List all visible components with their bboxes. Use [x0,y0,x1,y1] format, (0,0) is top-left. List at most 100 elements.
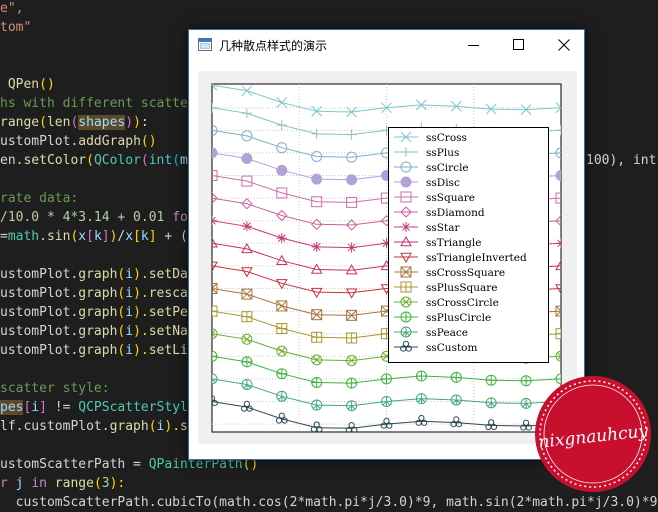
code-token: tom" [0,20,32,35]
code-line: lf.customPlot.graph(i).se [0,417,196,436]
code-token: ( [172,153,181,168]
data-point [241,152,253,164]
code-line-fragment: 100), int [586,153,657,168]
legend: ssCross ssPlus ssCircle ssDisc ssSquare ssDia… [388,127,549,363]
code-token: = [0,229,8,244]
legend-marker [400,311,412,323]
code-token: addGraph [78,134,141,149]
close-icon [558,39,570,51]
code-token: i [125,343,134,358]
code-token: ( [39,115,47,130]
code-token: in [31,476,55,491]
data-point [346,174,358,186]
code-token: en. [0,153,24,168]
data-point [311,173,323,185]
code-line: ustomPlot.graph(i).setLin [0,341,196,360]
code-token: customPlot. [23,419,110,434]
data-point [241,356,253,368]
data-point [450,371,462,383]
code-token: () [39,77,55,92]
minimize-button[interactable] [451,30,496,60]
watermark-seal: nixgnauhcuy [535,376,651,492]
code-line: range(len(shapes)): [0,113,149,132]
legend-label: ssPlus [426,147,459,159]
code-token: i [125,267,134,282]
close-button[interactable] [541,30,586,60]
code-token: () [140,134,157,149]
code-token: QCPScatterStyle [78,400,196,415]
legend-label: ssCrossCircle [426,297,499,309]
legend-label: ssDiamond [426,207,485,219]
code-token: [ [86,229,94,244]
legend-marker [400,176,412,188]
data-point [415,370,427,382]
code-line: /10.0 * 4*3.14 + 0.01 for [0,208,196,227]
title-bar[interactable]: 几种散点样式的演示 [189,30,584,60]
legend-label: ssStar [426,222,460,234]
data-point [311,376,323,388]
data-point-part [241,152,253,164]
code-token: [ [133,229,141,244]
code-line: ustomPlot.graph(i).setNam [0,322,196,341]
data-point-part [346,174,358,186]
code-line: tom" [0,18,31,37]
code-line: r j in range(3): [0,474,125,493]
code-line: ustomPlot.graph(i).setPen [0,303,196,322]
code-token: ). [133,305,149,320]
code-token: scatter style: [0,381,110,396]
code-line: ustomPlot.graph(i).setDat [0,265,196,284]
code-token: graph [78,324,118,339]
code-token: . [39,229,47,244]
code-token: ) [125,115,134,130]
code-line: ustomPlot.graph(i).rescal [0,284,196,303]
code-token: 3 [101,476,110,491]
data-point [346,242,357,253]
code-token: ( [140,153,149,168]
window-title: 几种散点样式的演示 [219,39,328,53]
data-point-part [311,173,323,185]
code-token: ). [164,419,181,434]
legend-label: ssTriangle [426,237,481,249]
plot-window: 几种散点样式的演示 ssCross ssPlus ssCircle ssDisc ssS… [188,29,585,460]
legend-label: ssPlusCircle [426,312,491,324]
code-token: ustomPlot. [0,267,79,282]
code-token: ( [86,153,94,168]
code-token: ustomPlot. [0,286,79,301]
code-token: e", [0,1,24,16]
code-token: i [125,305,134,320]
code-token: QPen [7,77,40,92]
code-line: ustomPlot.addGraph() [0,132,157,151]
maximize-button[interactable] [496,30,541,60]
code-token: hs with different scatter [0,96,196,111]
code-token: /10.0 * 4*3.14 + 0.01 [0,210,173,225]
code-line: hs with different scatter [0,94,196,113]
code-token: graph [78,267,118,282]
scatter-plot[interactable]: ssCross ssPlus ssCircle ssDisc ssSquare ssDia… [198,71,577,444]
code-line: e", [0,0,23,18]
code-line: =math.sin(x[k])/x[k] + (l [0,227,196,246]
code-token: ). [133,267,149,282]
code-token: ustomPlot. [0,324,79,339]
code-token: QColor [93,153,141,168]
data-point [485,374,497,386]
legend-item: ssCrossSquare [394,266,505,279]
data-point-part [346,242,357,253]
code-token: ] [101,229,110,244]
code-token: ( [148,419,157,434]
legend-label: ssCross [426,132,467,144]
code-token: range [54,476,94,491]
code-token: ustomPlot. [0,134,79,149]
code-token: graph [78,343,118,358]
code-line: scatter style: [0,379,110,398]
legend-marker-part [400,176,412,188]
plot-container: ssCross ssPlus ssCircle ssDisc ssSquare ssDia… [198,71,577,444]
code-token: shapes [78,115,126,130]
code-token: int [148,153,173,168]
legend-marker-part [401,222,411,232]
code-line: en.setColor(QColor(int(ma [0,151,196,170]
legend-marker [401,222,411,232]
code-token: ). [133,286,149,301]
legend-label: ssSquare [426,192,475,204]
code-token: != [46,400,79,415]
